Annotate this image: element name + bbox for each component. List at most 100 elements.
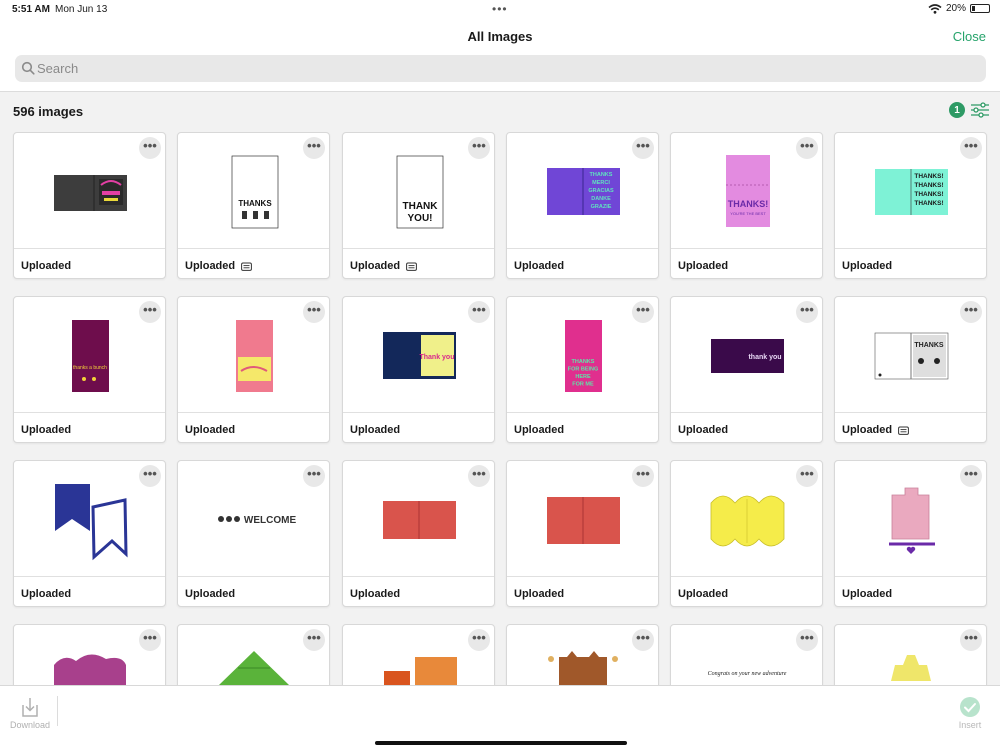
image-card[interactable]: ••• Uploaded — [177, 296, 330, 443]
download-label: Download — [9, 720, 51, 730]
image-card[interactable]: Congrats on your new adventure ••• — [670, 624, 823, 685]
card-label: Uploaded — [514, 588, 564, 600]
more-options-icon[interactable]: ••• — [468, 137, 490, 159]
card-label: Uploaded — [185, 424, 235, 436]
card-label-text: Uploaded — [842, 260, 893, 272]
filter-button[interactable]: 1 — [949, 102, 990, 118]
image-card[interactable]: WELCOME ••• Uploaded — [177, 460, 330, 607]
more-options-icon[interactable]: ••• — [796, 137, 818, 159]
card-label-text: Uploaded — [514, 588, 565, 600]
image-card[interactable]: ••• Uploaded — [506, 460, 659, 607]
svg-text:GRAZIE: GRAZIE — [591, 204, 612, 210]
filter-sliders-icon — [971, 102, 989, 118]
image-card[interactable]: THANKS! THANKS! THANKS! THANKS! ••• Uploade… — [834, 132, 987, 279]
image-card[interactable]: ••• — [834, 624, 987, 685]
image-card[interactable]: ••• — [177, 624, 330, 685]
image-card[interactable]: THANK YOU! ••• Uploaded — [342, 132, 495, 279]
image-card[interactable]: ••• Uploaded — [670, 460, 823, 607]
svg-text:WELCOME: WELCOME — [244, 515, 297, 526]
more-options-icon[interactable]: ••• — [303, 137, 325, 159]
more-options-icon[interactable]: ••• — [303, 301, 325, 323]
card-label: Uploaded — [678, 260, 728, 272]
svg-text:thank you: thank you — [748, 354, 781, 361]
card-label-text: Uploaded — [514, 260, 565, 272]
image-card[interactable]: THANKS ••• Uploaded — [834, 296, 987, 443]
more-options-icon[interactable]: ••• — [960, 301, 982, 323]
bottom-toolbar: Download Insert — [0, 685, 1000, 750]
image-grid: ••• Uploaded THANKS ••• Uploaded THANK Y… — [0, 0, 1000, 685]
svg-text:Thank you: Thank you — [419, 354, 454, 361]
image-card[interactable]: ••• — [342, 624, 495, 685]
subscription-icon — [898, 426, 910, 435]
insert-button[interactable]: Insert — [950, 696, 990, 730]
insert-label: Insert — [958, 720, 982, 730]
more-options-icon[interactable]: ••• — [796, 629, 818, 651]
card-label: Uploaded — [842, 424, 910, 436]
more-options-icon[interactable]: ••• — [468, 465, 490, 487]
more-options-icon[interactable]: ••• — [632, 137, 654, 159]
more-options-icon[interactable]: ••• — [960, 465, 982, 487]
card-label: Uploaded — [678, 424, 728, 436]
more-options-icon[interactable]: ••• — [139, 629, 161, 651]
image-card[interactable]: ••• — [13, 624, 166, 685]
image-card[interactable]: ••• Uploaded — [13, 132, 166, 279]
svg-text:GRACIAS: GRACIAS — [588, 188, 614, 194]
svg-text:THANKS: THANKS — [572, 359, 595, 365]
svg-text:MERCI: MERCI — [592, 180, 610, 186]
download-button[interactable]: Download — [8, 696, 52, 730]
more-options-icon[interactable]: ••• — [632, 629, 654, 651]
more-options-icon[interactable]: ••• — [960, 137, 982, 159]
svg-text:thanks a bunch: thanks a bunch — [73, 365, 107, 371]
card-label-text: Uploaded — [514, 424, 565, 436]
card-label: Uploaded — [185, 260, 253, 272]
card-label-text: Uploaded — [185, 588, 236, 600]
insert-check-icon — [960, 697, 980, 717]
image-count: 596 images — [13, 104, 84, 119]
image-card[interactable]: thank you ••• Uploaded — [670, 296, 823, 443]
more-options-icon[interactable]: ••• — [468, 629, 490, 651]
image-card[interactable]: thanks a bunch ••• Uploaded — [13, 296, 166, 443]
image-card[interactable]: THANKS MERCI GRACIAS DANKE GRAZIE ••• Upload… — [506, 132, 659, 279]
more-options-icon[interactable]: ••• — [468, 301, 490, 323]
more-options-icon[interactable]: ••• — [139, 465, 161, 487]
image-card[interactable]: ••• Uploaded — [13, 460, 166, 607]
toolbar-divider — [57, 696, 58, 726]
image-card[interactable]: THANKS FOR BEING HERE FOR ME ••• Uploaded — [506, 296, 659, 443]
image-card[interactable]: THANKS ••• Uploaded — [177, 132, 330, 279]
image-card[interactable]: ••• — [506, 624, 659, 685]
svg-text:THANKS: THANKS — [914, 342, 943, 349]
card-label-text: Uploaded — [842, 424, 893, 436]
image-card[interactable]: ••• Uploaded — [834, 460, 987, 607]
card-label-text: Uploaded — [350, 424, 401, 436]
card-label-text: Uploaded — [185, 260, 236, 272]
card-label: Uploaded — [350, 424, 400, 436]
more-options-icon[interactable]: ••• — [632, 465, 654, 487]
more-options-icon[interactable]: ••• — [139, 301, 161, 323]
more-options-icon[interactable]: ••• — [796, 301, 818, 323]
card-label: Uploaded — [350, 588, 400, 600]
svg-text:THANK: THANK — [403, 201, 439, 212]
card-label: Uploaded — [514, 260, 564, 272]
svg-text:Congrats on your new adventure: Congrats on your new adventure — [708, 671, 787, 677]
card-label: Uploaded — [514, 424, 564, 436]
image-card[interactable]: ••• Uploaded — [342, 460, 495, 607]
card-label: Uploaded — [842, 260, 892, 272]
more-options-icon[interactable]: ••• — [960, 629, 982, 651]
card-label-text: Uploaded — [350, 588, 401, 600]
svg-text:THANKS!: THANKS! — [914, 200, 943, 207]
filter-count-badge: 1 — [949, 102, 965, 118]
more-options-icon[interactable]: ••• — [303, 629, 325, 651]
svg-text:THANKS: THANKS — [238, 199, 272, 208]
home-indicator[interactable] — [375, 741, 627, 745]
more-options-icon[interactable]: ••• — [632, 301, 654, 323]
image-card[interactable]: THANKS! YOU'RE THE BEST ••• Uploaded — [670, 132, 823, 279]
more-options-icon[interactable]: ••• — [303, 465, 325, 487]
more-options-icon[interactable]: ••• — [796, 465, 818, 487]
more-options-icon[interactable]: ••• — [139, 137, 161, 159]
card-label-text: Uploaded — [21, 588, 72, 600]
svg-text:YOU!: YOU! — [408, 213, 433, 224]
card-label-text: Uploaded — [678, 260, 729, 272]
card-label-text: Uploaded — [842, 588, 893, 600]
card-label-text: Uploaded — [678, 424, 729, 436]
image-card[interactable]: Thank you ••• Uploaded — [342, 296, 495, 443]
